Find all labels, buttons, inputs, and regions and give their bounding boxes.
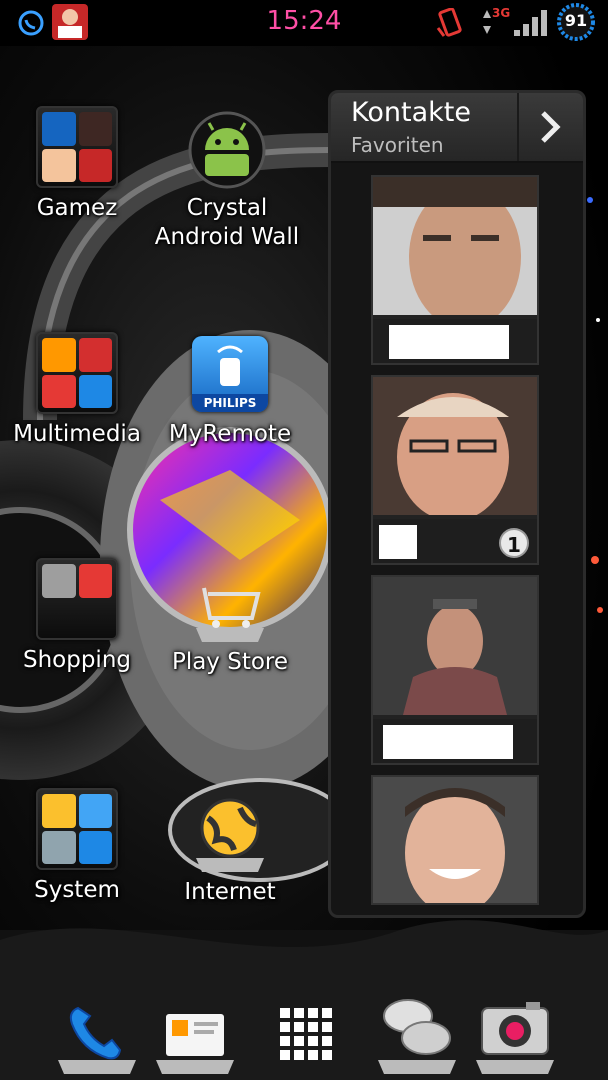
media-app-icon [42, 338, 76, 372]
contact-photo [373, 377, 537, 521]
poker-icon [78, 148, 112, 182]
shazam-icon [78, 374, 112, 408]
empty-slot [79, 601, 113, 635]
folder-multimedia-preview [36, 332, 118, 414]
contact-photo [373, 577, 537, 715]
app-internet[interactable]: Internet [155, 796, 305, 907]
globe-icon [196, 798, 264, 872]
contact-card[interactable] [371, 775, 539, 905]
rotation-icon [436, 8, 462, 37]
folder-multimedia-label: Multimedia [13, 421, 141, 447]
philips-remote-icon: PHILIPS [192, 336, 268, 412]
shopping-cart-icon [196, 587, 264, 642]
contacts-widget: Kontakte Favoriten 1 [328, 90, 586, 918]
dock-phone[interactable] [54, 990, 140, 1076]
app-myremote[interactable]: PHILIPS MyRemote [155, 336, 305, 449]
contacts-widget-subtitle: Favoriten [351, 133, 444, 157]
contact-name [373, 319, 537, 363]
folder-system[interactable]: System [2, 788, 152, 905]
kaufda-icon [78, 564, 112, 598]
dock-camera[interactable] [472, 990, 558, 1076]
contacts-card-icon [156, 1014, 234, 1074]
bowling-icon [42, 112, 76, 146]
contacts-widget-title: Kontakte [351, 97, 471, 128]
wifi-app-icon [78, 830, 112, 864]
contact-card[interactable] [371, 175, 539, 365]
app-internet-label: Internet [184, 879, 276, 905]
redacted-name [389, 325, 509, 359]
network-type: 3G [492, 6, 511, 20]
phone-icon [58, 1006, 136, 1074]
unread-badge: 1 [499, 528, 529, 558]
folder-gamez-label: Gamez [36, 195, 118, 221]
dock-contacts[interactable] [152, 990, 238, 1076]
folder-multimedia[interactable]: Multimedia [2, 332, 152, 449]
folder-gamez-preview [36, 106, 118, 188]
youtube-icon [78, 338, 112, 372]
dock-messages[interactable] [374, 990, 460, 1076]
contact-photo [373, 177, 537, 329]
contacts-open-button[interactable] [517, 93, 583, 161]
app-crystal-label-line1: Crystal [186, 195, 268, 221]
app-play-store[interactable]: Play Store [155, 574, 305, 677]
app-play-store-label: Play Store [171, 649, 289, 675]
contact-name: 1 [373, 519, 537, 563]
battery-icon: 91 [556, 2, 596, 42]
camera-icon [476, 1002, 554, 1074]
folder-shopping-preview [36, 558, 118, 640]
folder-app-icon [78, 794, 112, 828]
folder-gamez[interactable]: Gamez [2, 106, 152, 223]
shop-app-icon [42, 564, 76, 598]
storage-app-icon [42, 830, 76, 864]
folder-shopping[interactable]: Shopping [2, 558, 152, 675]
contact-name [373, 719, 537, 763]
chevron-right-icon [541, 111, 561, 143]
app-myremote-label: MyRemote [168, 421, 292, 447]
dock-app-drawer[interactable] [262, 990, 348, 1076]
app-drawer-icon [280, 1008, 332, 1060]
game-girl-icon [42, 148, 76, 182]
redacted-name [383, 725, 513, 759]
bwin-icon [78, 112, 112, 146]
contact-photo [373, 777, 537, 903]
signal-icon [514, 10, 547, 36]
dock [0, 990, 608, 1080]
android-robot-icon [188, 111, 266, 189]
messages-icon [378, 999, 456, 1074]
folder-system-preview [36, 788, 118, 870]
philips-brand: PHILIPS [192, 394, 268, 412]
empty-slot [42, 601, 76, 635]
app-crystal-android-wall[interactable]: Crystal Android Wall [152, 110, 302, 252]
contact-card[interactable]: 1 [371, 375, 539, 565]
contact-card[interactable] [371, 575, 539, 765]
battery-level: 91 [564, 11, 588, 30]
folder-shopping-label: Shopping [22, 647, 131, 673]
folder-system-label: System [34, 877, 120, 903]
app-crystal-label-line2: Android Wall [154, 224, 300, 250]
system-app-icon [42, 794, 76, 828]
youtube-alt-icon [42, 374, 76, 408]
status-bar: 15:24 3G 91 [0, 0, 608, 46]
redacted-name [379, 525, 417, 559]
contacts-widget-header[interactable]: Kontakte Favoriten [331, 93, 583, 163]
